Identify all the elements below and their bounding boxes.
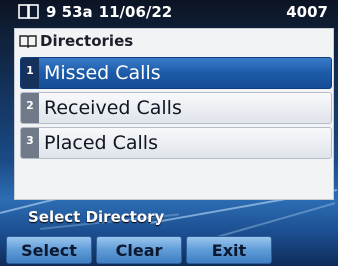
item-number: 1 (21, 58, 39, 88)
phone-line-icon (18, 4, 40, 20)
clear-softkey[interactable]: Clear (96, 236, 182, 264)
directory-item-missed-calls[interactable]: 1 Missed Calls (20, 57, 332, 89)
select-softkey[interactable]: Select (6, 236, 92, 264)
directory-item-placed-calls[interactable]: 3 Placed Calls (20, 127, 332, 159)
directories-panel: Directories 1 Missed Calls 2 Received Ca… (14, 28, 334, 200)
status-time: 9 53a (46, 3, 93, 21)
exit-softkey[interactable]: Exit (186, 236, 272, 264)
phone-screen: 9 53a 11/06/22 4007 Directories 1 Missed… (0, 0, 338, 266)
item-number: 2 (21, 93, 39, 123)
item-label: Placed Calls (44, 132, 158, 154)
item-label: Missed Calls (44, 62, 161, 84)
directory-item-received-calls[interactable]: 2 Received Calls (20, 92, 332, 124)
item-number: 3 (21, 128, 39, 158)
prompt-label: Select Directory (28, 208, 165, 226)
item-label: Received Calls (44, 97, 182, 119)
status-extension: 4007 (286, 3, 328, 21)
directory-book-icon (19, 34, 37, 49)
panel-header: Directories (15, 29, 333, 53)
softkey-bar: Select Clear Exit (0, 236, 338, 266)
status-date: 11/06/22 (98, 3, 173, 21)
panel-title: Directories (40, 32, 134, 50)
status-bar: 9 53a 11/06/22 4007 (0, 0, 338, 24)
